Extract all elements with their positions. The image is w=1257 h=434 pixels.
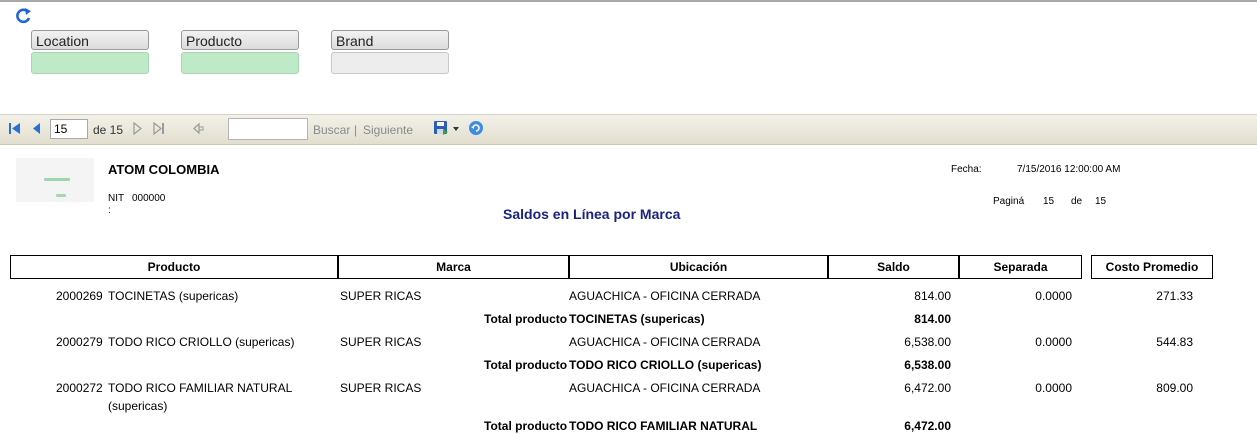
product-code: 2000269: [56, 289, 103, 303]
costo-value: 271.33: [1156, 289, 1193, 303]
product-name: TOCINETAS (supericas): [108, 289, 239, 303]
previous-page-icon[interactable]: [30, 121, 44, 137]
pagina-current: 15: [1043, 196, 1055, 207]
saldo-value: 6,538.00: [904, 335, 951, 349]
total-saldo: 814.00: [914, 312, 951, 326]
costo-value: 544.83: [1156, 335, 1193, 349]
marca-value: SUPER RICAS: [340, 289, 422, 303]
refresh-report-icon[interactable]: [468, 120, 484, 136]
separada-value: 0.0000: [1035, 381, 1072, 395]
total-product-name: TODO RICO FAMILIAR NATURAL: [569, 419, 758, 433]
header-ubicacion: Ubicación: [569, 255, 828, 279]
header-marca: Marca: [338, 255, 569, 279]
ubicacion-value: AGUACHICA - OFICINA CERRADA: [569, 335, 761, 349]
pagina-label: Paginá: [993, 196, 1025, 207]
header-producto: Producto: [10, 255, 338, 279]
fecha-value: 7/15/2016 12:00:00 AM: [1017, 164, 1121, 175]
company-name: ATOM COLOMBIA: [108, 162, 220, 177]
pagina-total: 15: [1095, 196, 1107, 207]
header-separada: Separada: [959, 255, 1082, 279]
first-page-icon[interactable]: [8, 121, 22, 137]
report-toolbar: de 15 Buscar | Siguiente: [0, 114, 1257, 145]
producto-param-label: Producto: [181, 30, 299, 50]
brand-param-input[interactable]: [331, 52, 449, 74]
separada-value: 0.0000: [1035, 335, 1072, 349]
page-count: de 15: [93, 123, 124, 137]
total-saldo: 6,472.00: [904, 419, 951, 433]
export-dropdown-icon[interactable]: [452, 126, 460, 132]
marca-value: SUPER RICAS: [340, 381, 422, 395]
product-name: TODO RICO FAMILIAR NATURAL: [108, 381, 293, 395]
pagina-de: de: [1071, 196, 1083, 207]
ubicacion-value: AGUACHICA - OFICINA CERRADA: [569, 381, 761, 395]
find-link[interactable]: Buscar: [313, 123, 350, 137]
product-name: TODO RICO CRIOLLO (supericas): [108, 335, 295, 349]
find-separator: |: [354, 123, 358, 137]
marca-value: SUPER RICAS: [340, 335, 422, 349]
nit-value: 000000: [132, 193, 166, 204]
product-code: 2000279: [56, 335, 103, 349]
total-saldo: 6,538.00: [904, 358, 951, 372]
nit-label: NIT: [108, 193, 125, 204]
ubicacion-value: AGUACHICA - OFICINA CERRADA: [569, 289, 761, 303]
company-logo: [16, 158, 94, 202]
address-colon: :: [108, 205, 111, 216]
find-next-link[interactable]: Siguiente: [363, 123, 413, 137]
saldo-value: 814.00: [914, 289, 951, 303]
header-saldo: Saldo: [828, 255, 959, 279]
back-to-parent-icon[interactable]: [191, 121, 205, 137]
search-input[interactable]: [228, 118, 308, 140]
separada-value: 0.0000: [1035, 289, 1072, 303]
header-costo-promedio: Costo Promedio: [1091, 255, 1213, 279]
save-export-icon[interactable]: [433, 120, 449, 136]
saldo-value: 6,472.00: [904, 381, 951, 395]
report-title: Saldos en Línea por Marca: [503, 206, 681, 222]
total-label: Total producto: [484, 312, 568, 326]
total-label: Total producto: [484, 358, 568, 372]
page-number-input[interactable]: [50, 119, 88, 139]
total-label: Total producto: [484, 419, 568, 433]
total-product-name: TODO RICO CRIOLLO (supericas): [569, 358, 762, 372]
location-param-input[interactable]: [31, 52, 149, 74]
product-name-line2: (supericas): [108, 399, 168, 413]
location-param-label: Location: [31, 30, 149, 50]
brand-param-label: Brand: [331, 30, 449, 50]
fecha-label: Fecha:: [951, 164, 982, 175]
costo-value: 809.00: [1156, 381, 1193, 395]
next-page-icon[interactable]: [131, 121, 145, 137]
refresh-icon[interactable]: [13, 6, 33, 26]
product-code: 2000272: [56, 381, 103, 395]
top-border: [0, 0, 1257, 2]
producto-param-input[interactable]: [181, 52, 299, 74]
last-page-icon[interactable]: [152, 121, 166, 137]
total-product-name: TOCINETAS (supericas): [569, 312, 705, 326]
